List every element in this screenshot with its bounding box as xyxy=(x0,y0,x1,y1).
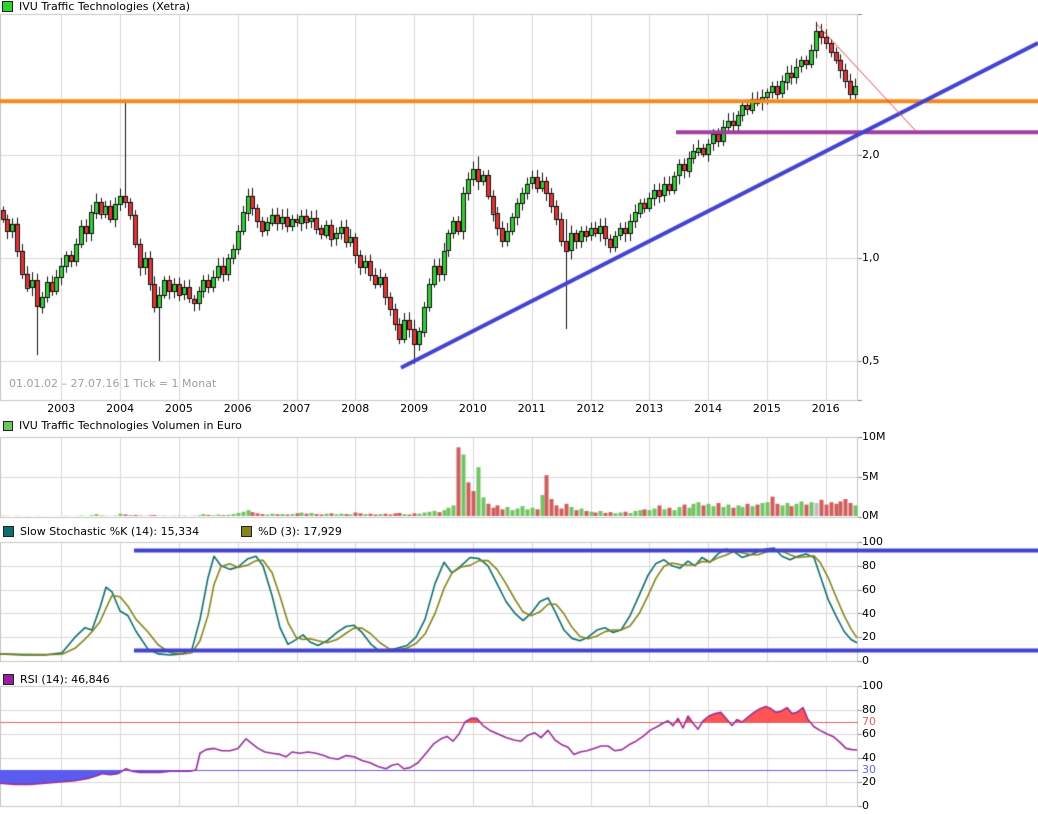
x-axis-year-label: 2005 xyxy=(165,402,193,415)
rsi-legend: RSI (14): 46,846 xyxy=(3,673,110,686)
x-axis-year-label: 2008 xyxy=(341,402,369,415)
price-tick-label: 2,0 xyxy=(862,148,880,161)
x-axis-year-label: 2003 xyxy=(47,402,75,415)
stochastic-tick-label: 20 xyxy=(862,630,876,643)
volume-tick-label: 10M xyxy=(862,430,886,443)
volume-series-swatch xyxy=(3,421,13,431)
x-axis-year-label: 2010 xyxy=(459,402,487,415)
stochastic-k-swatch xyxy=(3,526,14,537)
rsi-tick-label: 20 xyxy=(862,775,876,788)
rsi-tick-label: 100 xyxy=(862,679,883,692)
price-tick-label: 0,5 xyxy=(862,354,880,367)
stochastic-tick-label: 100 xyxy=(862,535,883,548)
rsi-series-swatch xyxy=(3,674,14,685)
stochastic-d-swatch xyxy=(241,526,252,537)
rsi-tick-label: 0 xyxy=(862,799,869,812)
stochastic-legend: Slow Stochastic %K (14): 15,334 %D (3): … xyxy=(3,525,342,538)
stochastic-tick-label: 80 xyxy=(862,559,876,572)
chart-page: IVU Traffic Technologies (Xetra) 01.01.0… xyxy=(0,0,1038,814)
price-tick-label: 1,0 xyxy=(862,251,880,264)
rsi-label: RSI (14): 46,846 xyxy=(20,673,110,686)
x-axis-year-label: 2006 xyxy=(224,402,252,415)
volume-tick-label: 5M xyxy=(862,470,879,483)
date-range-note: 01.01.02 – 27.07.16 1 Tick = 1 Monat xyxy=(9,377,216,390)
x-axis-year-label: 2015 xyxy=(753,402,781,415)
volume-legend: IVU Traffic Technologies Volumen in Euro xyxy=(3,419,242,432)
x-axis-year-label: 2007 xyxy=(283,402,311,415)
stochastic-k-label: Slow Stochastic %K (14): 15,334 xyxy=(20,525,199,538)
x-axis-year-label: 2014 xyxy=(694,402,722,415)
x-axis-year-label: 2013 xyxy=(635,402,663,415)
x-axis-year-label: 2009 xyxy=(400,402,428,415)
main-legend: IVU Traffic Technologies (Xetra) xyxy=(2,0,190,13)
stochastic-tick-label: 40 xyxy=(862,607,876,620)
stochastic-tick-label: 60 xyxy=(862,583,876,596)
stochastic-d-label: %D (3): 17,929 xyxy=(258,525,342,538)
stochastic-tick-label: 0 xyxy=(862,654,869,667)
rsi-tick-label: 60 xyxy=(862,727,876,740)
volume-tick-label: 0M xyxy=(862,509,879,522)
x-axis-year-label: 2016 xyxy=(812,402,840,415)
volume-title: IVU Traffic Technologies Volumen in Euro xyxy=(19,419,242,432)
main-series-swatch xyxy=(2,1,13,12)
page-title: IVU Traffic Technologies (Xetra) xyxy=(19,0,190,13)
x-axis-year-label: 2004 xyxy=(106,402,134,415)
x-axis-year-label: 2012 xyxy=(577,402,605,415)
x-axis-year-label: 2011 xyxy=(518,402,546,415)
